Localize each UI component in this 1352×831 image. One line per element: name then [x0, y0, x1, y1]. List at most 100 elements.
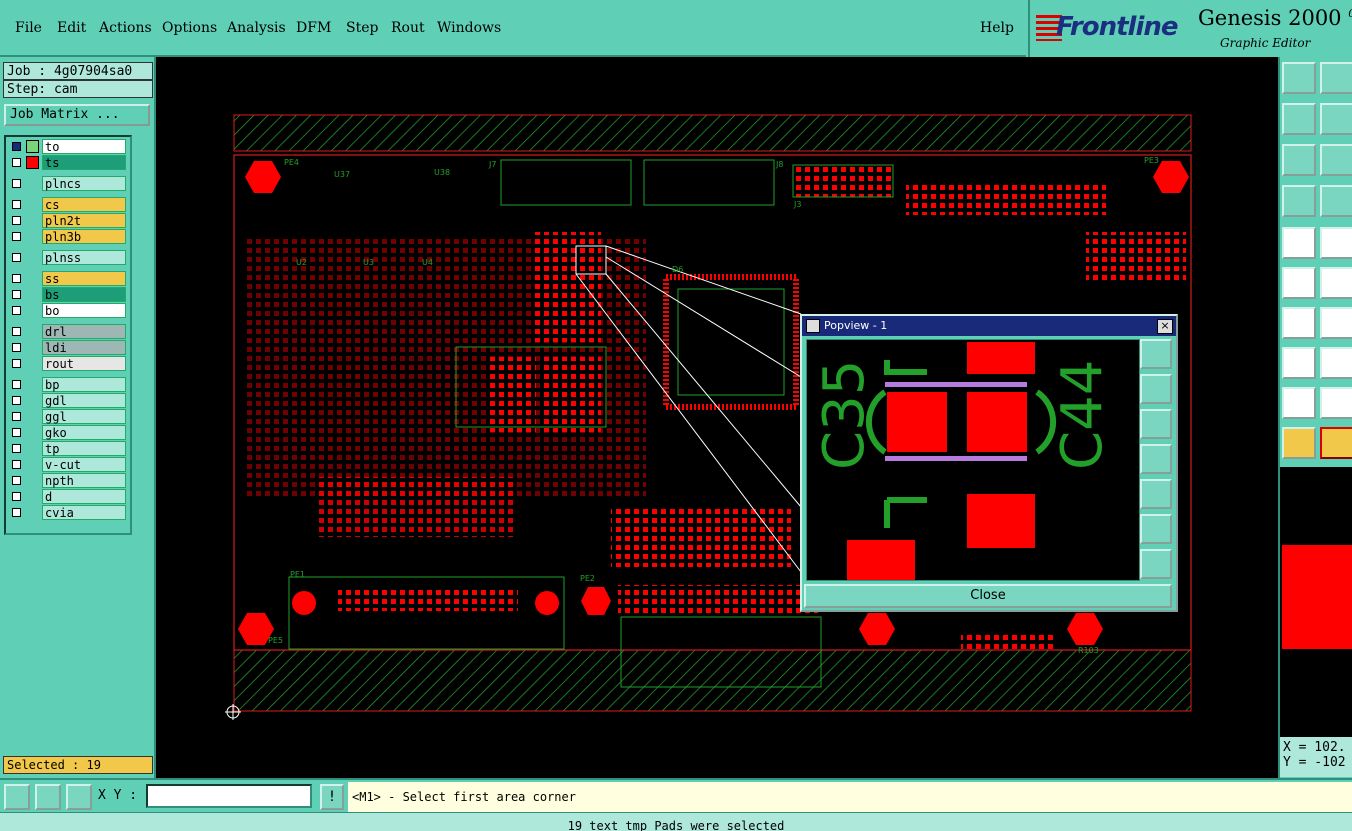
layer-checkbox[interactable] [12, 216, 21, 225]
layer-name[interactable]: ss [42, 271, 126, 286]
layer-checkbox[interactable] [12, 290, 21, 299]
layer-name[interactable]: gdl [42, 393, 126, 408]
route-icon[interactable] [1282, 307, 1316, 339]
menu-dfm[interactable]: DFM [296, 20, 331, 36]
pan-left-icon[interactable] [1140, 444, 1172, 474]
zoom-window-icon[interactable] [4, 784, 30, 810]
menu-windows[interactable]: Windows [437, 20, 501, 36]
layer-checkbox[interactable] [12, 476, 21, 485]
layer-row-v-cut[interactable]: v-cut [8, 457, 126, 472]
layer-row-ggl[interactable]: ggl [8, 409, 126, 424]
layer-checkbox[interactable] [12, 508, 21, 517]
measure-tool-icon[interactable] [35, 784, 61, 810]
layer-row-plncs[interactable]: plncs [8, 176, 126, 191]
zoom-home-icon[interactable] [1282, 144, 1316, 176]
layer-row-d[interactable]: d [8, 489, 126, 504]
layer-checkbox[interactable] [12, 460, 21, 469]
layer-checkbox[interactable] [12, 179, 21, 188]
layer-row-gdl[interactable]: gdl [8, 393, 126, 408]
menu-actions[interactable]: Actions [99, 20, 152, 36]
layer-row-plnss[interactable]: plnss [8, 250, 126, 265]
select-icon[interactable] [1282, 427, 1316, 459]
zoom-out-icon[interactable] [1140, 549, 1172, 579]
work-layer-icon[interactable] [26, 140, 39, 153]
popview-window[interactable]: Popview - 1 × C35 C44 Close [800, 314, 1178, 612]
add-line-icon[interactable] [1320, 227, 1352, 259]
layer-name[interactable]: cvia [42, 505, 126, 520]
layer-name[interactable]: tp [42, 441, 126, 456]
popview-close-button[interactable]: Close [804, 584, 1172, 608]
layer-row-ss[interactable]: ss [8, 271, 126, 286]
layer-row-ldi[interactable]: ldi [8, 340, 126, 355]
xy-input[interactable] [146, 784, 312, 808]
layer-row-bs[interactable]: bs [8, 287, 126, 302]
alert-icon[interactable]: ! [320, 784, 344, 810]
pan-right-icon[interactable] [1140, 479, 1172, 509]
zoom-fit-icon[interactable] [1140, 514, 1172, 544]
pan-up-icon[interactable] [1140, 374, 1172, 404]
layer-name[interactable]: bs [42, 287, 126, 302]
minus-icon[interactable] [1320, 347, 1352, 379]
window-menu-icon[interactable] [806, 319, 820, 333]
move-down-icon[interactable] [1320, 62, 1352, 94]
menu-help[interactable]: Help [980, 20, 1014, 36]
layer-name[interactable]: npth [42, 473, 126, 488]
close-icon[interactable]: × [1157, 319, 1173, 334]
line-icon[interactable] [1320, 307, 1352, 339]
layer-row-bp[interactable]: bp [8, 377, 126, 392]
layer-checkbox[interactable] [12, 396, 21, 405]
layer-name[interactable]: plnss [42, 250, 126, 265]
layer-checkbox[interactable] [12, 444, 21, 453]
snap-icon[interactable] [1282, 185, 1316, 217]
layer-checkbox[interactable] [12, 142, 21, 151]
layer-row-pln2t[interactable]: pln2t [8, 213, 126, 228]
overview-panel[interactable] [1280, 467, 1352, 737]
layer-checkbox[interactable] [12, 327, 21, 336]
layer-checkbox[interactable] [12, 428, 21, 437]
layer-checkbox[interactable] [12, 380, 21, 389]
layer-name[interactable]: v-cut [42, 457, 126, 472]
menu-analysis[interactable]: Analysis [227, 20, 286, 36]
layer-row-drl[interactable]: drl [8, 324, 126, 339]
layer-checkbox[interactable] [12, 158, 21, 167]
layer-name[interactable]: ggl [42, 409, 126, 424]
layer-name[interactable]: drl [42, 324, 126, 339]
popview-titlebar[interactable]: Popview - 1 × [802, 316, 1176, 336]
move-up-icon[interactable] [1282, 62, 1316, 94]
layer-name[interactable]: ldi [42, 340, 126, 355]
menu-file[interactable]: File [15, 20, 42, 36]
layer-checkbox[interactable] [12, 274, 21, 283]
layer-checkbox[interactable] [12, 412, 21, 421]
affected-layer-icon[interactable] [26, 156, 39, 169]
menu-step[interactable]: Step [346, 20, 378, 36]
layer-name[interactable]: bp [42, 377, 126, 392]
popview-canvas[interactable]: C35 C44 [806, 339, 1140, 581]
select-area-icon[interactable] [1320, 427, 1352, 459]
layer-checkbox[interactable] [12, 253, 21, 262]
net-icon[interactable] [1282, 267, 1316, 299]
layer-row-rout[interactable]: rout [8, 356, 126, 371]
job-matrix-button[interactable]: Job Matrix ... [4, 104, 150, 126]
layer-checkbox[interactable] [12, 200, 21, 209]
grid-icon[interactable] [66, 784, 92, 810]
layer-checkbox[interactable] [12, 232, 21, 241]
layer-row-bo[interactable]: bo [8, 303, 126, 318]
shape-icon[interactable] [1282, 347, 1316, 379]
layer-row-to[interactable]: to [8, 139, 126, 154]
layer-name[interactable]: plncs [42, 176, 126, 191]
zoom-in-icon[interactable] [1140, 339, 1172, 369]
layer-row-pln3b[interactable]: pln3b [8, 229, 126, 244]
layer-row-gko[interactable]: gko [8, 425, 126, 440]
layer-name[interactable]: gko [42, 425, 126, 440]
menu-rout[interactable]: Rout [391, 20, 425, 36]
menu-edit[interactable]: Edit [57, 20, 86, 36]
polygon-icon[interactable] [1320, 387, 1352, 419]
move-right-icon[interactable] [1320, 103, 1352, 135]
layer-row-tp[interactable]: tp [8, 441, 126, 456]
layer-name[interactable]: ts [42, 155, 126, 170]
layer-row-cvia[interactable]: cvia [8, 505, 126, 520]
layer-name[interactable]: pln3b [42, 229, 126, 244]
move-left-icon[interactable] [1282, 103, 1316, 135]
layer-name[interactable]: rout [42, 356, 126, 371]
layer-row-cs[interactable]: cs [8, 197, 126, 212]
